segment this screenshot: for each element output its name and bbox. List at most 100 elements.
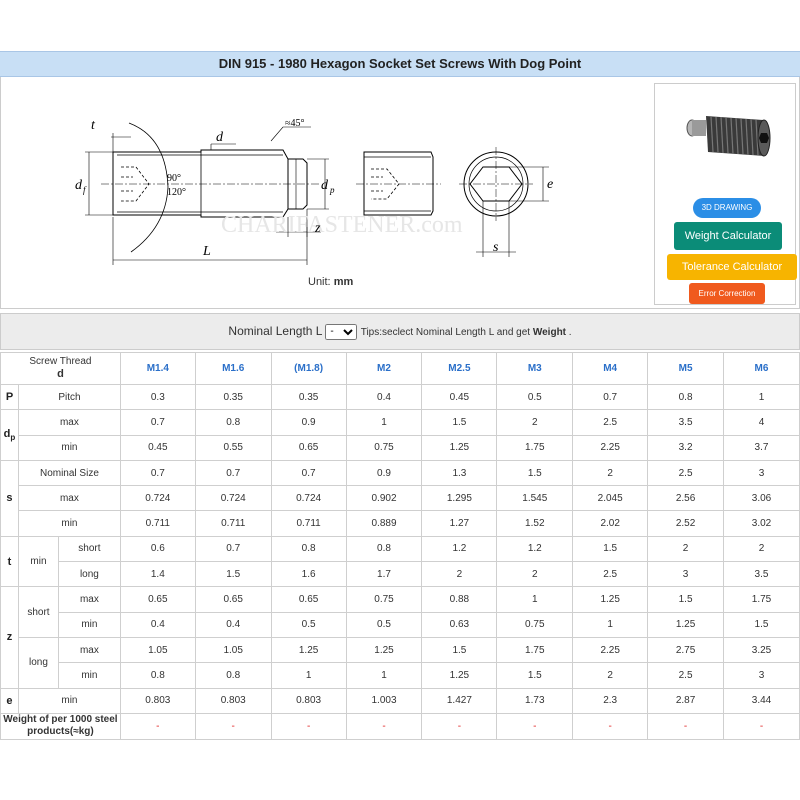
value-cell: -	[345, 712, 423, 740]
technical-drawing: CHARIFASTENER.com t d d f d p z L e s ≈4…	[75, 118, 553, 265]
symbol-P: P	[0, 383, 19, 411]
value-cell: -	[723, 712, 800, 740]
value-cell: 0.889	[345, 510, 423, 537]
value-cell: 0.4	[345, 383, 423, 411]
value-cell: 2	[723, 535, 800, 563]
value-cell: 0.7	[119, 409, 196, 436]
value-cell: 2.56	[647, 485, 724, 512]
value-cell: 3	[723, 459, 800, 487]
value-cell: 1	[572, 611, 649, 638]
value-cell: 2.5	[647, 459, 724, 487]
value-cell: 0.724	[194, 485, 272, 512]
table-row: t min short 0.6 0.7 0.8 0.8 1.2 1.2 1.5 2 2	[0, 535, 800, 588]
value-cell: 0.8	[194, 662, 272, 689]
value-cell: 0.35	[194, 383, 272, 411]
value-cell: 0.7	[119, 459, 196, 487]
table-row: e min 0.803 0.803 0.803 1.003 1.427 1.73 2.3 2.87…	[0, 687, 800, 714]
value-cell: 0.8	[194, 409, 272, 436]
side-panel: 3D DRAWING Weight Calculator Tolerance C…	[654, 83, 797, 305]
header-screw-thread: Screw Thread d	[0, 352, 121, 385]
label-df: d	[75, 178, 83, 193]
value-cell: 0.7	[572, 383, 649, 411]
label-max: max	[17, 485, 121, 512]
value-cell: 1.545	[496, 485, 574, 512]
symbol-dp: dp	[0, 409, 19, 461]
value-cell: 0.75	[496, 611, 574, 638]
value-cell: 0.7	[194, 535, 272, 563]
value-cell: 0.65	[270, 586, 347, 613]
value-cell: 0.65	[194, 586, 272, 613]
label-e: e	[547, 177, 553, 192]
value-cell: 0.8	[119, 662, 196, 689]
value-cell: 0.711	[270, 510, 347, 537]
value-cell: 0.902	[345, 485, 423, 512]
page-title: DIN 915 - 1980 Hexagon Socket Set Screws…	[0, 51, 800, 77]
value-cell: 1	[345, 662, 423, 689]
value-cell: 3.2	[647, 434, 724, 461]
label-dp: d	[321, 178, 329, 193]
nominal-length-label: Nominal Length L	[228, 324, 323, 338]
value-cell: 0.4	[119, 611, 196, 638]
size-header: M5	[647, 352, 724, 385]
nominal-length-select[interactable]: -	[325, 323, 358, 340]
value-cell: 2.5	[572, 409, 649, 436]
tips-text: Tips:seclect Nominal Length L and get We…	[360, 327, 572, 338]
value-cell: 1.75	[723, 586, 800, 613]
value-cell: 1	[270, 662, 347, 689]
value-cell: 3	[647, 561, 724, 588]
value-cell: 1.25	[345, 636, 423, 664]
value-cell: 1.2	[421, 535, 498, 563]
size-header: M2	[345, 352, 423, 385]
length-selector-bar: Nominal Length L - Tips:seclect Nominal …	[0, 313, 800, 350]
value-cell: 1.25	[421, 434, 498, 461]
value-cell: 2.5	[572, 561, 649, 588]
value-cell: 0.5	[270, 611, 347, 638]
value-cell: 2.045	[572, 485, 649, 512]
size-header: M4	[572, 352, 649, 385]
value-cell: 3.5	[647, 409, 724, 436]
3d-drawing-button[interactable]: 3D DRAWING	[693, 198, 761, 218]
label-max: max	[57, 636, 121, 664]
value-cell: 1.75	[496, 434, 574, 461]
value-cell: 1.27	[421, 510, 498, 537]
value-cell: 2.02	[572, 510, 649, 537]
value-cell: 0.35	[270, 383, 347, 411]
value-cell: 0.8	[647, 383, 724, 411]
value-cell: 0.803	[119, 687, 196, 714]
label-nominal-size: Nominal Size	[17, 459, 121, 487]
tolerance-calculator-button[interactable]: Tolerance Calculator	[667, 254, 797, 280]
value-cell: 0.65	[119, 586, 196, 613]
value-cell: 0.55	[194, 434, 272, 461]
table-row: long max 1.05 1.05 1.25 1.25 1.5 1.75 2.25 2.75 3.…	[1, 636, 800, 689]
value-cell: 3.06	[723, 485, 800, 512]
size-header: M6	[723, 352, 800, 385]
symbol-z: z	[0, 586, 19, 689]
value-cell: 1.7	[345, 561, 423, 588]
symbol-e: e	[0, 687, 19, 714]
value-cell: 0.63	[421, 611, 498, 638]
value-cell: 0.9	[345, 459, 423, 487]
label-short: short	[57, 535, 121, 563]
value-cell: 2	[572, 459, 649, 487]
value-cell: 3.25	[723, 636, 800, 664]
value-cell: 1.6	[270, 561, 347, 588]
watermark: CHARIFASTENER.com	[221, 212, 463, 238]
value-cell: 1.25	[270, 636, 347, 664]
value-cell: 0.3	[119, 383, 196, 411]
value-cell: 0.65	[270, 434, 347, 461]
value-cell: 0.803	[194, 687, 272, 714]
weight-calculator-button[interactable]: Weight Calculator	[674, 222, 782, 250]
table-row: max 0.724 0.724 0.724 0.902 1.295 1.545 2.045 2.…	[1, 485, 800, 512]
value-cell: 1.5	[421, 409, 498, 436]
unit-label: Unit: mm	[308, 276, 354, 288]
label-angle: ≈45°	[285, 118, 305, 129]
value-cell: 1.05	[194, 636, 272, 664]
value-cell: 0.88	[421, 586, 498, 613]
value-cell: -	[270, 712, 347, 740]
value-cell: -	[647, 712, 724, 740]
size-header: M1.6	[194, 352, 272, 385]
table-row: Weight of per 1000 steel products(≈kg) - -…	[0, 712, 800, 740]
error-correction-button[interactable]: Error Correction	[689, 283, 765, 304]
value-cell: -	[421, 712, 498, 740]
value-cell: 3.7	[723, 434, 800, 461]
